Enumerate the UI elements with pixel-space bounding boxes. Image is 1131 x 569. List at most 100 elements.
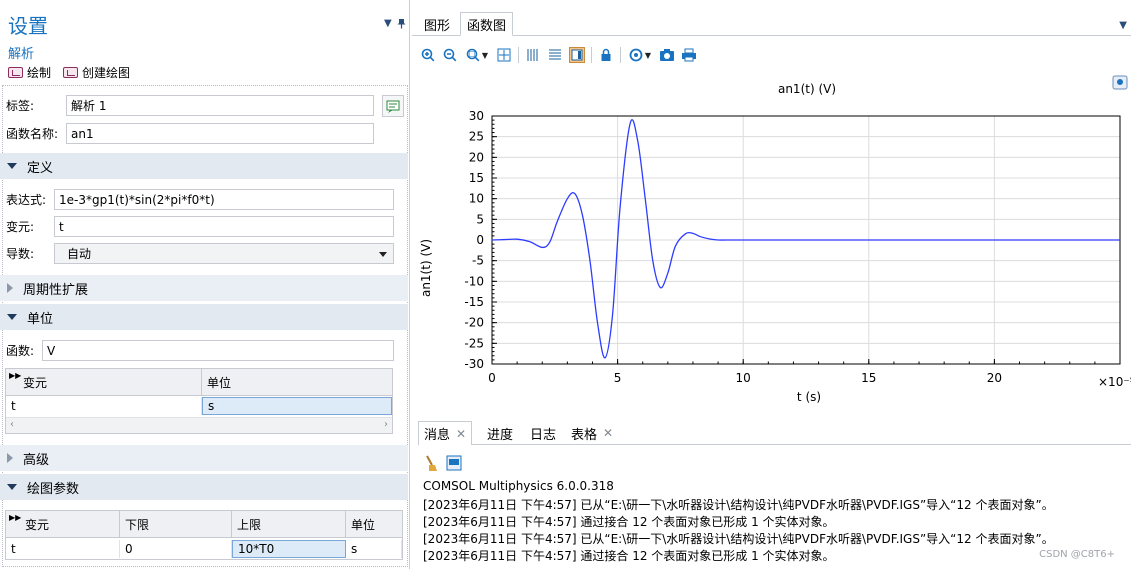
y-tick-label: -15 (464, 295, 484, 309)
legend-icon[interactable] (1112, 75, 1128, 90)
y-tick-label: -30 (464, 357, 484, 371)
tabbar-menu-icon[interactable]: ▼ (1119, 20, 1127, 31)
tab-function-plot[interactable]: 函数图 (460, 12, 514, 36)
plot-toolbar: ▼ ▼ (420, 44, 697, 66)
y-tick-label: -20 (464, 316, 484, 330)
x-tick-label: 10 (736, 371, 751, 385)
y-tick-label: 25 (469, 130, 484, 144)
y-tick-label: -25 (464, 336, 484, 350)
show-messages-icon[interactable] (446, 455, 462, 474)
funcname-row: 函数名称: (6, 126, 59, 141)
panel-menu-icon[interactable]: ▼ (384, 18, 392, 29)
horizontal-scrollbar[interactable]: ‹ › (6, 417, 392, 433)
x-tick-label: 20 (987, 371, 1002, 385)
chevron-right-icon: › (384, 419, 388, 430)
expand-icon (7, 453, 13, 463)
expression-field[interactable]: 1e-3*gp1(t)*sin(2*pi*f0*t) (54, 189, 394, 210)
func-unit-row: 函数: (6, 343, 35, 358)
section-units[interactable]: 单位 (0, 304, 408, 330)
comment-icon (386, 100, 400, 113)
close-icon[interactable]: ✕ (456, 427, 466, 441)
derivative-select[interactable]: 自动 (54, 243, 394, 264)
y-grid-icon[interactable] (547, 47, 563, 63)
tab-log[interactable]: 日志 (525, 421, 561, 445)
tab-table[interactable]: 表格 ✕ (566, 421, 618, 445)
pp-header-upper: 上限 (232, 511, 346, 538)
deriv-row: 导数: (6, 246, 35, 261)
zoom-out-icon[interactable] (442, 47, 458, 63)
y-tick-label: 20 (469, 150, 484, 164)
double-arrow-icon: ▶▶ (9, 513, 22, 522)
zoom-box-icon[interactable]: ▼ (464, 47, 490, 63)
pp-cell-arg[interactable]: t (6, 540, 120, 558)
y-tick-label: -10 (464, 274, 484, 288)
toolbar-separator (518, 47, 519, 63)
pin-icon[interactable] (397, 18, 406, 32)
units-header-args: ▶▶ 变元 (6, 369, 202, 396)
message-line: [2023年6月11日 下午4:57] 已从“E:\研一下\水听器设计\结构设计… (423, 498, 1054, 512)
y-tick-label: 0 (476, 233, 484, 247)
tab-graphics[interactable]: 图形 (418, 12, 456, 36)
double-arrow-icon: ▶▶ (9, 371, 22, 380)
section-plot-parameters[interactable]: 绘图参数 (0, 474, 408, 500)
pp-header-args: ▶▶ 变元 (6, 511, 120, 538)
message-line: [2023年6月11日 下午4:57] 通过接合 12 个表面对象已形成 1 个… (423, 515, 835, 529)
section-definition[interactable]: 定义 (0, 153, 408, 179)
pp-cell-unit[interactable]: s (346, 540, 402, 558)
collapse-icon (7, 163, 17, 169)
legend-toggle-icon[interactable] (569, 47, 585, 63)
tab-progress[interactable]: 进度 (482, 421, 518, 445)
zoom-in-icon[interactable] (420, 47, 436, 63)
x-axis-label: t (s) (797, 390, 821, 404)
x-axis-multiplier: ×10⁻⁵ (1098, 375, 1131, 389)
function-name-field[interactable]: an1 (66, 123, 374, 144)
section-periodic-extension[interactable]: 周期性扩展 (0, 275, 408, 301)
clear-messages-icon[interactable] (424, 454, 438, 475)
collapse-icon (7, 314, 17, 320)
plot-icon (8, 66, 23, 78)
x-grid-icon[interactable] (525, 47, 541, 63)
print-icon[interactable] (681, 47, 697, 63)
toolbar-separator (591, 47, 592, 63)
pp-header-unit: 单位 (346, 511, 402, 538)
x-tick-label: 15 (861, 371, 876, 385)
graphics-tabbar: 图形 函数图 ▼ (412, 8, 1131, 36)
y-tick-label: 5 (476, 212, 484, 226)
close-icon[interactable]: ✕ (603, 426, 613, 440)
units-table: ▶▶ 变元 单位 t s ‹ › (5, 368, 393, 434)
expand-icon (7, 283, 13, 293)
zoom-extents-icon[interactable] (496, 47, 512, 63)
lock-icon[interactable] (598, 47, 614, 63)
chevron-down-icon (379, 252, 387, 257)
function-plot-area[interactable]: an1(t) (V) 0 5 10 15 20 30 25 20 15 10 5 0 -5 -10 -15 -… (412, 68, 1131, 408)
chevron-left-icon: ‹ (10, 419, 14, 430)
tab-messages[interactable]: 消息 ✕ (418, 421, 473, 445)
units-cell-unit[interactable]: s (202, 397, 392, 415)
y-tick-label: -5 (472, 254, 484, 268)
node-subtitle: 解析 (8, 47, 35, 62)
collapse-icon (7, 484, 17, 490)
message-line: [2023年6月11日 下午4:57] 已从“E:\研一下\水听器设计\结构设计… (423, 532, 1054, 546)
line-chart[interactable]: an1(t) (V) 0 5 10 15 20 30 25 20 15 10 5 0 -5 -10 -15 -… (412, 68, 1131, 408)
y-tick-label: 30 (469, 109, 484, 123)
arguments-field[interactable]: t (54, 216, 394, 237)
label-field[interactable]: 解析 1 (66, 95, 374, 116)
toolbar-separator (620, 47, 621, 63)
x-tick-label: 5 (614, 371, 622, 385)
pp-cell-upper[interactable]: 10*T0 (232, 540, 346, 558)
comment-button[interactable] (382, 95, 404, 117)
pp-cell-lower[interactable]: 0 (120, 540, 232, 558)
plot-button[interactable]: 绘制 (27, 64, 51, 81)
message-line: COMSOL Multiphysics 6.0.0.318 (423, 479, 614, 493)
scene-light-icon[interactable]: ▼ (627, 47, 653, 63)
units-cell-arg[interactable]: t (6, 397, 202, 415)
units-header-unit: 单位 (202, 369, 392, 396)
create-plot-icon (63, 66, 79, 78)
section-advanced[interactable]: 高级 (0, 445, 408, 471)
chart-title: an1(t) (V) (778, 82, 836, 96)
create-plot-button[interactable]: 创建绘图 (82, 64, 130, 81)
function-unit-field[interactable]: V (42, 340, 394, 361)
watermark: CSDN @C8T6+ (1039, 549, 1115, 560)
camera-icon[interactable] (659, 47, 675, 63)
message-line: [2023年6月11日 下午4:57] 通过接合 12 个表面对象已形成 1 个… (423, 549, 835, 563)
